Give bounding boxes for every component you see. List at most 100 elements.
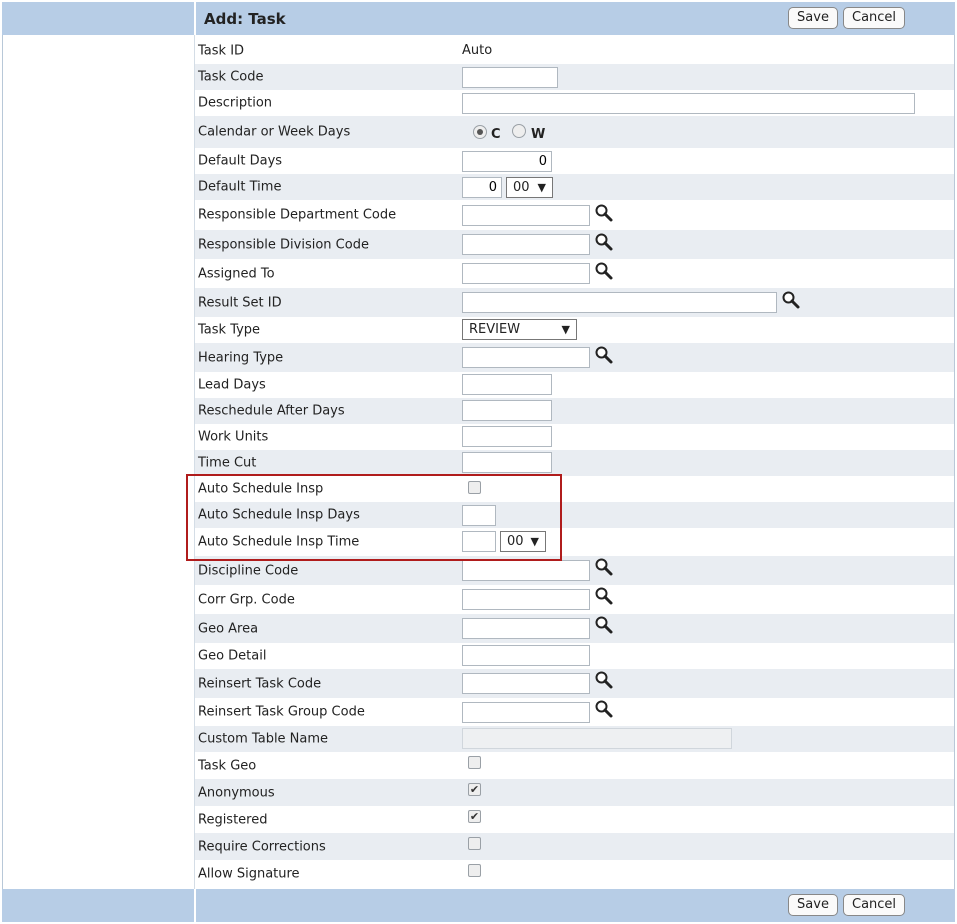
calendar-days-radio[interactable] [473, 125, 487, 139]
time-cut-label: Time Cut [198, 455, 257, 471]
reschedule-after-days-label: Reschedule After Days [198, 403, 345, 419]
week-days-radio[interactable] [512, 124, 526, 138]
row-assigned-to: Assigned To [195, 259, 954, 288]
row-reinsert-task-code: Reinsert Task Code [195, 669, 954, 698]
responsible-division-input[interactable] [462, 234, 590, 255]
calendar-week-label: Calendar or Week Days [198, 124, 351, 140]
hearing-type-label: Hearing Type [198, 350, 284, 365]
default-time-hours-input[interactable] [462, 177, 502, 198]
task-id-value: Auto [462, 43, 493, 58]
search-icon[interactable] [594, 586, 614, 606]
checkmark-icon: ✔ [469, 783, 480, 796]
allow-signature-checkbox[interactable] [468, 864, 481, 877]
save-button[interactable]: Save [788, 7, 838, 29]
footer-cancel-button[interactable]: Cancel [843, 894, 905, 916]
default-time-minutes-value: 00 [513, 180, 530, 195]
anonymous-checkbox[interactable]: ✔ [468, 783, 481, 796]
geo-detail-label: Geo Detail [198, 648, 267, 664]
search-icon[interactable] [594, 699, 614, 719]
task-type-label: Task Type [198, 322, 261, 338]
corr-grp-code-input[interactable] [462, 589, 590, 610]
search-icon[interactable] [594, 261, 614, 281]
row-time-cut: Time Cut [195, 450, 954, 476]
search-icon[interactable] [594, 203, 614, 223]
default-days-input[interactable] [462, 151, 552, 172]
search-icon[interactable] [781, 290, 801, 310]
chevron-down-icon: ▼ [530, 535, 539, 548]
row-reinsert-task-group-code: Reinsert Task Group Code [195, 698, 954, 726]
row-hearing-type: Hearing Type [195, 343, 954, 372]
auto-schedule-insp-time-label: Auto Schedule Insp Time [198, 534, 360, 550]
row-default-days: Default Days [195, 148, 954, 174]
auto-schedule-insp-days-input[interactable] [462, 505, 496, 526]
task-type-select[interactable]: REVIEW ▼ [462, 319, 577, 340]
discipline-code-input[interactable] [462, 560, 590, 581]
geo-detail-input[interactable] [462, 645, 590, 666]
week-days-radio-label: W [531, 127, 546, 142]
hearing-type-input[interactable] [462, 347, 590, 368]
row-task-code: Task Code [195, 64, 954, 90]
auto-schedule-insp-time-hours-input[interactable] [462, 531, 496, 552]
auto-schedule-insp-checkbox[interactable] [468, 481, 481, 494]
assigned-to-label: Assigned To [198, 266, 275, 281]
require-corrections-label: Require Corrections [198, 839, 326, 854]
chevron-down-icon: ▼ [561, 323, 570, 336]
search-icon[interactable] [594, 670, 614, 690]
result-set-id-input[interactable] [462, 292, 777, 313]
search-icon[interactable] [594, 232, 614, 252]
search-icon[interactable] [594, 615, 614, 635]
custom-table-name-input [462, 728, 732, 749]
anonymous-label: Anonymous [198, 785, 275, 800]
reinsert-task-code-input[interactable] [462, 673, 590, 694]
row-calendar-week: Calendar or Week Days C W [195, 116, 954, 148]
auto-schedule-insp-time-minutes-select[interactable]: 00 ▼ [500, 531, 546, 552]
custom-table-name-label: Custom Table Name [198, 731, 329, 747]
responsible-department-label: Responsible Department Code [198, 207, 397, 223]
row-require-corrections: Require Corrections [195, 833, 954, 860]
time-cut-input[interactable] [462, 452, 552, 473]
geo-area-label: Geo Area [198, 621, 259, 636]
auto-schedule-insp-label: Auto Schedule Insp [198, 481, 324, 497]
footer-divider [194, 889, 196, 922]
assigned-to-input[interactable] [462, 263, 590, 284]
registered-checkbox[interactable]: ✔ [468, 810, 481, 823]
row-anonymous: Anonymous ✔ [195, 779, 954, 806]
corr-grp-code-label: Corr Grp. Code [198, 592, 295, 607]
calendar-days-radio-label: C [491, 127, 501, 142]
search-icon[interactable] [594, 345, 614, 365]
require-corrections-checkbox[interactable] [468, 837, 481, 850]
lead-days-label: Lead Days [198, 377, 266, 393]
auto-schedule-insp-days-label: Auto Schedule Insp Days [198, 507, 360, 523]
task-geo-checkbox[interactable] [468, 756, 481, 769]
lead-days-input[interactable] [462, 374, 552, 395]
responsible-department-input[interactable] [462, 205, 590, 226]
row-responsible-department: Responsible Department Code [195, 200, 954, 230]
row-default-time: Default Time 00 ▼ [195, 174, 954, 200]
row-custom-table-name: Custom Table Name [195, 726, 954, 752]
description-label: Description [198, 95, 273, 111]
reinsert-task-group-code-input[interactable] [462, 702, 590, 723]
reschedule-after-days-input[interactable] [462, 400, 552, 421]
auto-schedule-insp-time-minutes-value: 00 [507, 534, 524, 549]
work-units-input[interactable] [462, 426, 552, 447]
description-input[interactable] [462, 93, 915, 114]
registered-label: Registered [198, 812, 268, 827]
row-task-geo: Task Geo [195, 752, 954, 779]
discipline-code-label: Discipline Code [198, 563, 299, 578]
result-set-id-label: Result Set ID [198, 295, 282, 310]
default-days-label: Default Days [198, 153, 283, 169]
row-auto-schedule-insp-days: Auto Schedule Insp Days [195, 502, 954, 528]
allow-signature-label: Allow Signature [198, 866, 300, 881]
search-icon[interactable] [594, 557, 614, 577]
row-auto-schedule-insp-time: Auto Schedule Insp Time 00 ▼ [195, 528, 954, 556]
row-geo-area: Geo Area [195, 614, 954, 643]
default-time-minutes-select[interactable]: 00 ▼ [506, 177, 553, 198]
row-reschedule-after-days: Reschedule After Days [195, 398, 954, 424]
row-work-units: Work Units [195, 424, 954, 450]
geo-area-input[interactable] [462, 618, 590, 639]
row-description: Description [195, 90, 954, 116]
footer-save-button[interactable]: Save [788, 894, 838, 916]
task-code-input[interactable] [462, 67, 558, 88]
page-title: Add: Task [204, 10, 286, 28]
cancel-button[interactable]: Cancel [843, 7, 905, 29]
